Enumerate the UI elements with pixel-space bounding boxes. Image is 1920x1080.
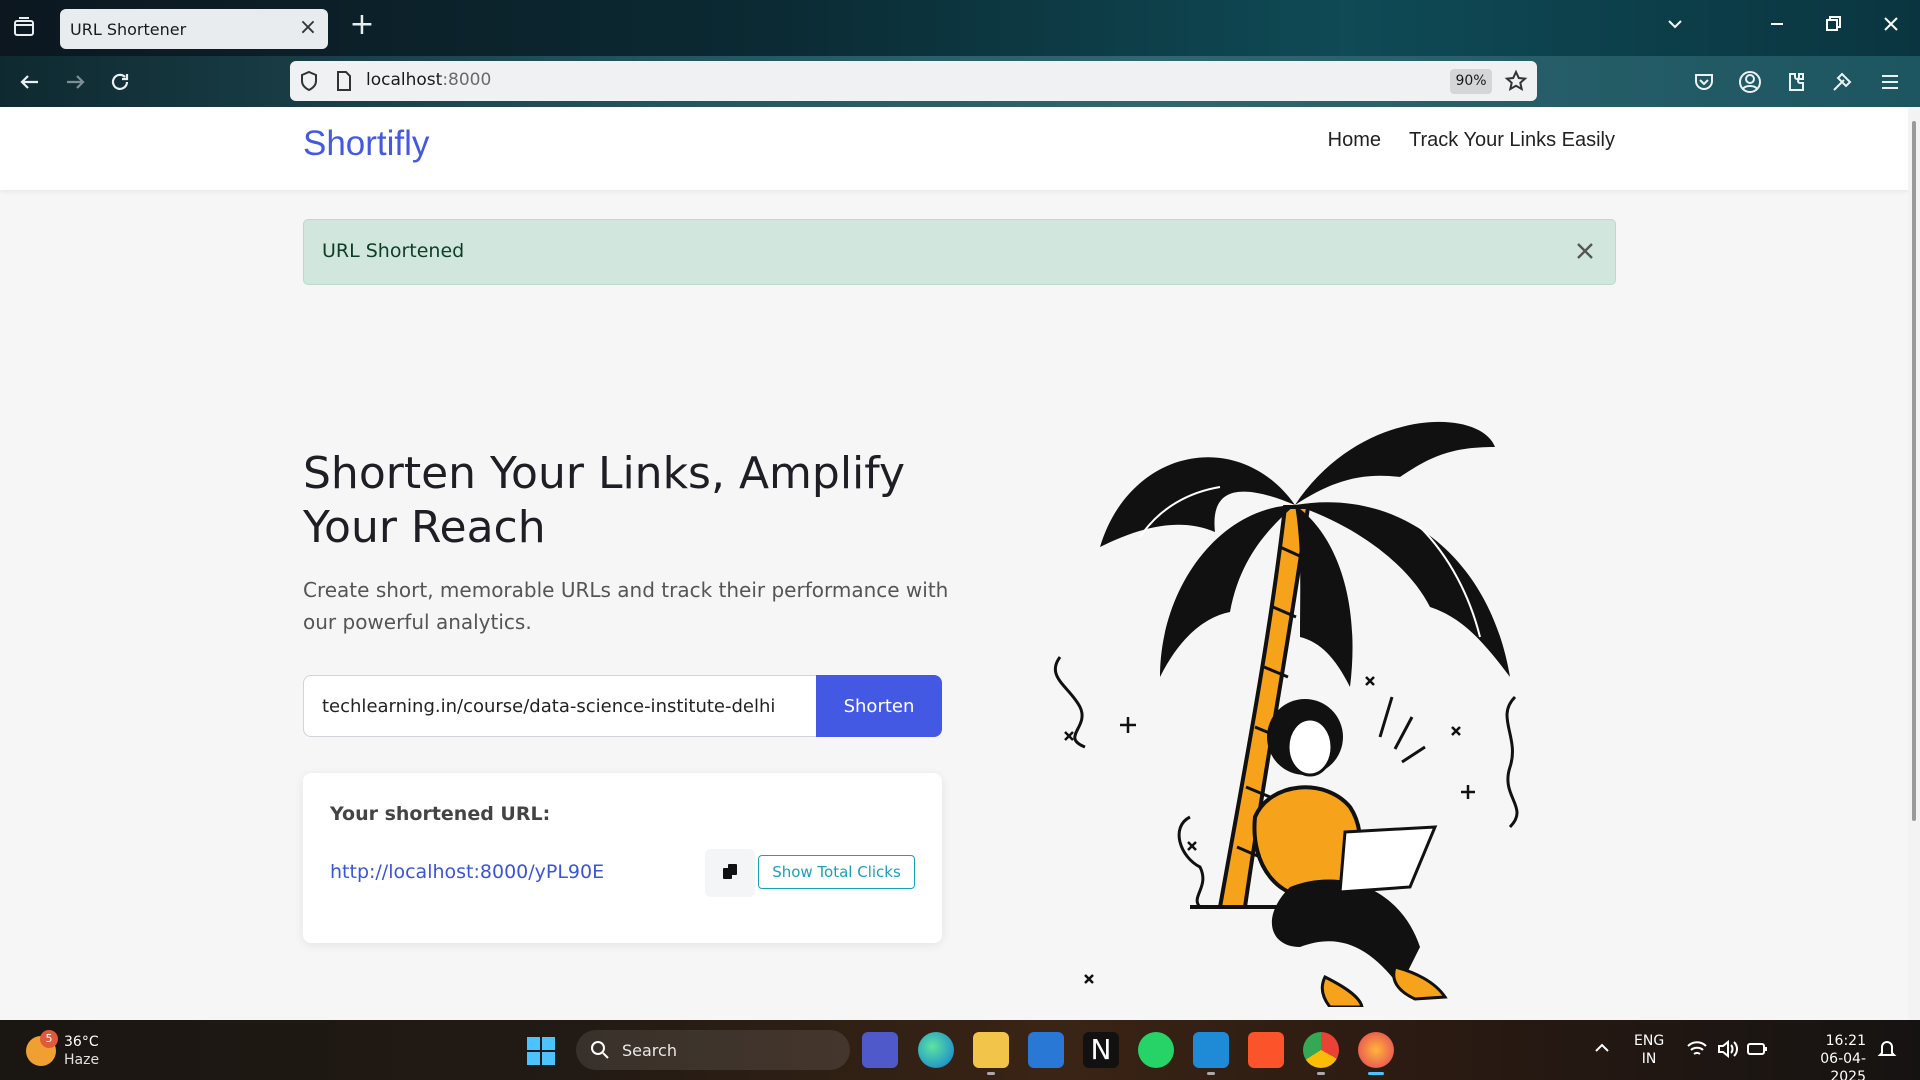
close-icon[interactable] xyxy=(1571,237,1599,265)
close-window-icon[interactable] xyxy=(1876,14,1906,42)
page-scrollbar[interactable] xyxy=(1908,107,1920,1020)
new-tab-icon[interactable]: + xyxy=(348,10,376,40)
chrome-indicator xyxy=(1317,1072,1325,1075)
back-icon[interactable] xyxy=(16,68,44,96)
extensions-icon[interactable] xyxy=(1782,68,1810,96)
wifi-icon[interactable] xyxy=(1686,1038,1708,1060)
weather-badge: 5 xyxy=(40,1030,58,1048)
tray-chevron-up-icon[interactable] xyxy=(1592,1038,1612,1058)
search-icon xyxy=(590,1040,610,1060)
tab-title: URL Shortener xyxy=(70,19,187,39)
alert-message: URL Shortened xyxy=(322,240,465,262)
zoom-level[interactable]: 90% xyxy=(1450,69,1492,94)
weather-temperature: 36°C xyxy=(64,1034,99,1050)
clock-date: 06-04-2025 xyxy=(1820,1051,1866,1080)
teams-icon[interactable] xyxy=(862,1032,898,1068)
clock-time: 16:21 xyxy=(1825,1033,1866,1049)
address-bar[interactable]: localhost:8000 90% xyxy=(290,61,1537,101)
system-clock[interactable]: 16:21 06-04-2025 xyxy=(1786,1032,1866,1080)
copy-button[interactable] xyxy=(705,849,755,897)
weather-widget[interactable]: 5 36°C Haze xyxy=(20,1028,130,1072)
language-indicator[interactable]: ENG IN xyxy=(1634,1032,1664,1068)
search-label: Search xyxy=(622,1041,677,1060)
weather-condition: Haze xyxy=(64,1052,100,1068)
shortened-url-link[interactable]: http://localhost:8000/yPL90E xyxy=(330,861,604,883)
lang-secondary: IN xyxy=(1641,1051,1657,1067)
chrome-icon[interactable] xyxy=(1303,1032,1339,1068)
scrollbar-thumb[interactable] xyxy=(1912,121,1916,821)
result-card: Your shortened URL: http://localhost:800… xyxy=(303,773,942,943)
shorten-button[interactable]: Shorten xyxy=(816,675,942,737)
brave-icon[interactable] xyxy=(1248,1032,1284,1068)
notifications-icon[interactable] xyxy=(1876,1038,1898,1060)
result-label: Your shortened URL: xyxy=(330,803,551,825)
forward-icon[interactable] xyxy=(61,68,89,96)
file-explorer-indicator xyxy=(987,1072,995,1075)
edge-icon[interactable] xyxy=(918,1032,954,1068)
palm-tree-illustration xyxy=(1040,387,1560,1009)
copy-icon xyxy=(720,862,740,885)
page-info-icon[interactable] xyxy=(334,70,354,92)
lang-primary: ENG xyxy=(1634,1033,1665,1049)
file-explorer-icon[interactable] xyxy=(973,1032,1009,1068)
url-host: localhost xyxy=(366,70,443,90)
browser-tab-bar: URL Shortener × + xyxy=(0,0,1920,56)
windows-start-icon[interactable] xyxy=(526,1036,556,1066)
show-total-clicks-button[interactable]: Show Total Clicks xyxy=(758,855,915,889)
site-nav: Home Track Your Links Easily xyxy=(1328,129,1615,152)
menu-icon[interactable] xyxy=(1876,68,1904,96)
address-url[interactable]: localhost:8000 xyxy=(366,70,491,90)
browser-toolbar: localhost:8000 90% 3 xyxy=(0,56,1920,134)
minimize-icon[interactable] xyxy=(1762,14,1792,42)
volume-icon[interactable] xyxy=(1716,1038,1738,1060)
battery-icon[interactable] xyxy=(1746,1038,1768,1060)
success-alert: URL Shortened xyxy=(303,219,1616,285)
extension-addon-icon[interactable] xyxy=(1828,68,1856,96)
nav-link-track[interactable]: Track Your Links Easily xyxy=(1409,129,1615,152)
web-page: Shortifly Home Track Your Links Easily U… xyxy=(0,107,1908,1020)
tracking-shield-icon[interactable] xyxy=(298,70,320,92)
azure-data-studio-icon[interactable] xyxy=(1028,1032,1064,1068)
vscode-indicator xyxy=(1207,1072,1215,1075)
reload-icon[interactable] xyxy=(106,68,134,96)
pocket-icon[interactable] xyxy=(1690,68,1718,96)
shorten-form: Shorten xyxy=(303,675,942,737)
taskbar-search[interactable]: Search xyxy=(576,1030,850,1070)
hero-subtitle: Create short, memorable URLs and track t… xyxy=(303,578,949,634)
bookmark-star-icon[interactable] xyxy=(1504,69,1528,93)
tab-list-chevron-icon[interactable] xyxy=(1660,14,1690,42)
restore-icon[interactable] xyxy=(1818,14,1848,42)
notion-icon[interactable]: N xyxy=(1083,1032,1119,1068)
firefox-active-indicator xyxy=(1368,1072,1384,1075)
nav-link-home[interactable]: Home xyxy=(1328,129,1381,152)
firefox-icon[interactable] xyxy=(1358,1032,1394,1068)
taskbar: 5 36°C Haze Search N ENG IN 16:21 06-04-… xyxy=(0,1020,1920,1080)
browser-tab[interactable]: URL Shortener × xyxy=(60,9,328,49)
url-port: :8000 xyxy=(442,70,492,90)
url-input[interactable] xyxy=(303,675,816,737)
vscode-icon[interactable] xyxy=(1193,1032,1229,1068)
whatsapp-icon[interactable] xyxy=(1138,1032,1174,1068)
brand-logo[interactable]: Shortifly xyxy=(303,124,429,164)
site-header: Shortifly Home Track Your Links Easily xyxy=(0,107,1908,190)
list-all-tabs-icon[interactable] xyxy=(12,15,36,39)
tab-close-icon[interactable]: × xyxy=(298,17,318,39)
account-icon[interactable] xyxy=(1736,68,1764,96)
hero-title: Shorten Your Links, Amplify Your Reach xyxy=(303,448,906,553)
